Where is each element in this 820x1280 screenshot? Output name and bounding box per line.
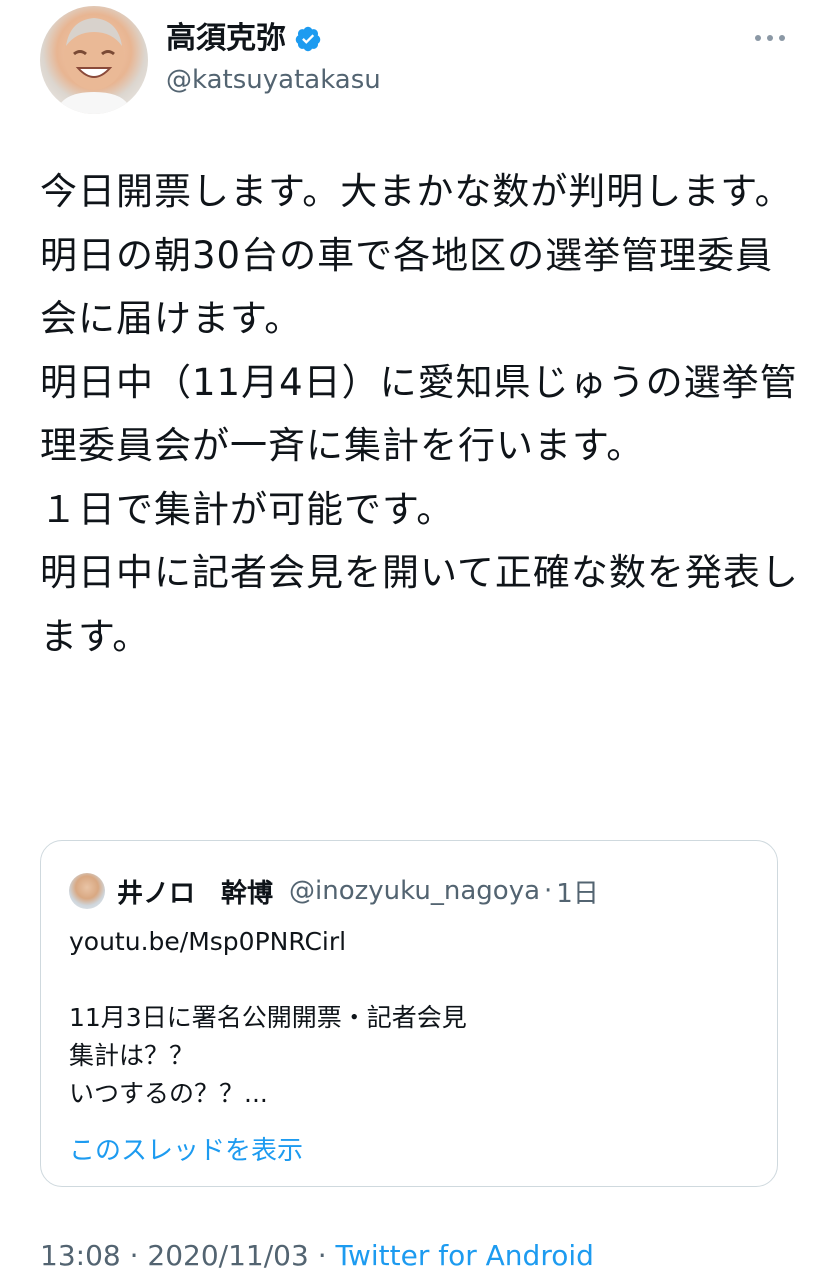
author-avatar[interactable]: [40, 6, 148, 114]
meta-separator: ·: [120, 1239, 148, 1272]
tweet-source-link[interactable]: Twitter for Android: [336, 1239, 594, 1272]
quoted-tweet-card[interactable]: 井ノロ 幹博 @inozyuku_nagoya · 1日 youtu.be/Ms…: [40, 840, 778, 1187]
tweet-header: 高須克弥 @katsuyatakasu: [40, 6, 790, 116]
quoted-author-handle: @inozyuku_nagoya: [289, 876, 541, 906]
quoted-tweet-header: 井ノロ 幹博 @inozyuku_nagoya · 1日: [69, 871, 599, 911]
author-display-name[interactable]: 高須克弥: [166, 20, 286, 58]
tweet-time[interactable]: 13:08: [40, 1239, 121, 1272]
more-options-icon[interactable]: [750, 28, 790, 48]
show-thread-link[interactable]: このスレッドを表示: [69, 1133, 303, 1169]
quoted-author-avatar: [69, 873, 105, 909]
verified-badge-icon: [295, 26, 321, 52]
quoted-tweet-time: 1日: [556, 878, 599, 909]
avatar-face-icon: [56, 18, 132, 114]
author-handle[interactable]: @katsuyatakasu: [166, 62, 381, 98]
quoted-header-separator: ·: [544, 876, 553, 906]
meta-separator: ·: [308, 1239, 336, 1272]
quoted-author-display-name: 井ノロ 幹博: [117, 878, 274, 909]
tweet-date[interactable]: 2020/11/03: [147, 1239, 308, 1272]
author-display-name-row[interactable]: 高須克弥: [166, 20, 381, 58]
quoted-tweet-text: youtu.be/Msp0PNRCirl 11月3日に署名公開開票・記者会見 集…: [69, 927, 467, 1108]
tweet-meta: 13:08 · 2020/11/03 · Twitter for Android: [40, 1236, 594, 1276]
author-names: 高須克弥 @katsuyatakasu: [166, 20, 381, 98]
tweet-text: 今日開票します。大まかな数が判明します。 明日の朝30台の車で各地区の選挙管理委…: [40, 170, 799, 658]
